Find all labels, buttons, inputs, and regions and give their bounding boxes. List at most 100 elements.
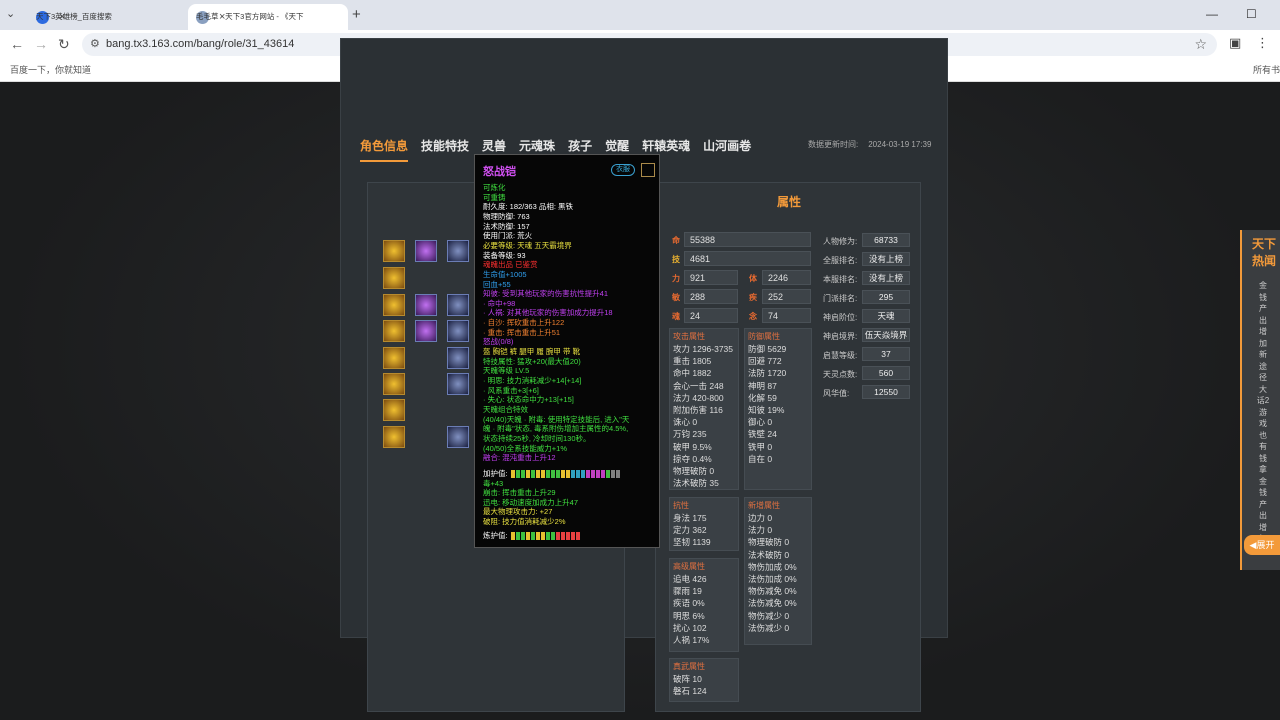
equipment-slot[interactable]	[383, 426, 405, 448]
attack-row: 重击 1805	[673, 356, 712, 367]
attack-row: 万钧 235	[673, 429, 707, 440]
tooltip-line: 生命值+1005	[483, 269, 527, 279]
item-type-badge: 衣服	[611, 164, 635, 176]
right-stat-value: 伍天焱境界	[862, 328, 910, 342]
gem-icon	[581, 469, 585, 478]
profile-menu-icon[interactable]: ⋮	[1256, 35, 1269, 51]
equipment-slot[interactable]	[415, 240, 437, 262]
stat-label: 念	[749, 312, 757, 321]
resist-row: 坚韧 1139	[673, 537, 711, 548]
bookmark-baidu[interactable]: 百度一下，你就知道	[10, 63, 91, 76]
new_attr-row: 法伤减少 0	[748, 622, 790, 633]
stat-label-hp: 命	[672, 236, 680, 245]
tooltip-line: 破阻: 技力值消耗减少2%	[483, 517, 566, 527]
back-icon[interactable]: ←	[10, 36, 24, 52]
right-stat-label: 神启阶位:	[823, 313, 858, 322]
attack-row: 掠夺 0.4%	[673, 453, 712, 464]
new_attr-row: 法术破防 0	[748, 549, 790, 560]
new_attr-row: 物伤加成 0%	[748, 561, 797, 572]
refine-gems	[511, 531, 580, 540]
stat-value: 74	[768, 311, 779, 321]
item-compare-icon[interactable]	[641, 163, 655, 177]
reload-icon[interactable]: ↻	[58, 36, 70, 53]
equipment-slot[interactable]	[447, 294, 469, 316]
forward-icon[interactable]: →	[34, 36, 48, 52]
gem-icon	[591, 469, 595, 478]
tab-role-info[interactable]: 角色信息	[360, 136, 409, 162]
equipment-slot[interactable]	[447, 373, 469, 395]
tooltip-line: 必要等级: 天魂 五天霸境界	[483, 240, 572, 250]
gem-icon	[511, 469, 515, 478]
new-tab-button[interactable]: +	[352, 6, 361, 23]
enhance-gems	[511, 469, 620, 478]
stat-label: 敏	[672, 293, 680, 302]
right-stat-label: 风华值:	[823, 389, 850, 398]
defense-title: 防御属性	[748, 332, 780, 341]
gem-icon	[526, 469, 530, 478]
equipment-slot[interactable]	[383, 347, 405, 369]
stat-value: 24	[690, 311, 701, 321]
equipment-slot[interactable]	[447, 240, 469, 262]
equipment-slot[interactable]	[415, 320, 437, 342]
browser-tab-baidu[interactable]: 天下3英雄榜_百度搜索 ×	[28, 4, 184, 30]
tooltip-line: (40/50)全系技能威力+1%	[483, 443, 567, 453]
tooltip-line: 天魄等级 LV.5	[483, 366, 530, 376]
attack-row: 附加伤害 116	[673, 405, 723, 415]
browser-tab-tx3[interactable]: 毛毛草 - 天下3官方网站 - 《天下 ×	[188, 4, 348, 30]
equipment-slot[interactable]	[415, 294, 437, 316]
browser-tab-bar: ⌄ 天下3英雄榜_百度搜索 × 毛毛草 - 天下3官方网站 - 《天下 × + …	[0, 0, 1280, 30]
resist-row: 身法 175	[673, 513, 707, 523]
bookmark-star-icon[interactable]: ☆	[1194, 36, 1207, 53]
equipment-slot[interactable]	[447, 347, 469, 369]
attack-title: 攻击属性	[673, 332, 705, 341]
equipment-slot[interactable]	[383, 399, 405, 421]
news-sidebar: 天下热闻 金钱产出增加新途径大话2游戏也有钱拿金钱产出增加	[1240, 230, 1280, 570]
gem-icon	[536, 469, 540, 478]
equipment-slot[interactable]	[447, 320, 469, 342]
tooltip-line: 毒+43	[483, 478, 504, 488]
minimize-icon[interactable]: —	[1206, 7, 1218, 21]
sidepanel-icon[interactable]: ▣	[1229, 35, 1241, 51]
tab-search-icon[interactable]: ⌄	[6, 7, 15, 20]
equipment-slot[interactable]	[383, 240, 405, 262]
tooltip-line: · 自沙: 挥砍重击上升122	[483, 318, 565, 328]
equipment-slot[interactable]	[447, 426, 469, 448]
right-stat-label: 全服排名:	[823, 256, 858, 265]
tooltip-line: 盔 胸铠 裤 腿甲 履 腕甲 带 靴	[483, 347, 581, 357]
expand-button[interactable]: ◀展开	[1244, 535, 1280, 555]
gem-icon	[551, 469, 555, 478]
attack-row: 会心一击 248	[673, 380, 724, 391]
tab-skills[interactable]: 技能特技	[421, 136, 469, 162]
equipment-slot[interactable]	[383, 320, 405, 342]
gem-icon	[561, 469, 565, 478]
tooltip-line: 最大物理攻击力: +27	[483, 507, 553, 517]
tooltip-line: · 明思: 技力消耗减少+14[+14]	[483, 376, 582, 385]
right-stat-value: 295	[862, 290, 910, 304]
gem-icon	[511, 531, 515, 540]
site-info-icon[interactable]: ⚙	[90, 37, 100, 50]
bookmark-all[interactable]: 所有书	[1253, 63, 1280, 76]
defense-row: 自在 0	[748, 453, 773, 464]
tooltip-line: 法术防御: 157	[483, 221, 530, 231]
news-title: 天下热闻	[1251, 237, 1276, 268]
defense-row: 御心 0	[748, 417, 773, 428]
tooltip-line: 怒战(0/8)	[483, 337, 514, 347]
equipment-slot[interactable]	[383, 373, 405, 395]
gem-icon	[561, 531, 565, 540]
gem-icon	[576, 531, 580, 540]
real-title: 真武属性	[673, 662, 705, 671]
equipment-slot[interactable]	[383, 294, 405, 316]
right-stat-label: 神启境界:	[823, 332, 858, 341]
attack-row: 法术破防 35	[673, 478, 719, 489]
equipment-slot[interactable]	[383, 267, 405, 289]
tab-landscape[interactable]: 山河画卷	[703, 136, 751, 162]
maximize-icon[interactable]: ☐	[1246, 7, 1257, 21]
gem-icon	[611, 469, 615, 478]
gem-icon	[556, 469, 560, 478]
right-stat-label: 本服排名:	[823, 275, 858, 284]
gem-icon	[546, 469, 550, 478]
tooltip-line: · 失心: 状态命中力+13[+15]	[483, 395, 574, 405]
stat-label-mp: 技	[672, 255, 680, 264]
new_attr-row: 法伤减免 0%	[748, 598, 797, 609]
tooltip-line: 知彼: 受到其他玩家的伤害抗性提升41	[483, 289, 609, 299]
